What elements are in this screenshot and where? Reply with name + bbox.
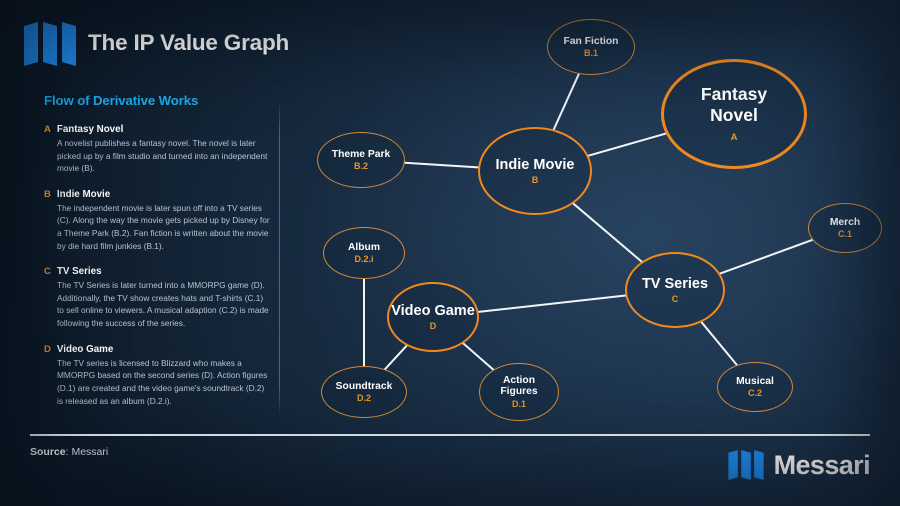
node-code: B.2 xyxy=(353,161,368,172)
legend-name: Fantasy Novel xyxy=(56,124,124,135)
legend-item-header: D Video Game xyxy=(44,344,270,355)
graph-node-d-2-i[interactable]: Album D.2.i xyxy=(323,227,405,279)
legend-description: The independent movie is later spun off … xyxy=(57,202,270,251)
node-code: C.1 xyxy=(837,229,852,240)
source-attribution: Source: Messari xyxy=(30,446,108,458)
node-code: A xyxy=(730,132,738,144)
legend-letter: C xyxy=(44,266,51,278)
node-label: Action Figures xyxy=(500,374,538,398)
legend-letter: B xyxy=(44,188,51,200)
graph-edge-D-to-D.2 xyxy=(383,344,408,371)
graph-edge-C-to-C.2 xyxy=(700,321,738,367)
legend-panel: Flow of Derivative Works A Fantasy Novel… xyxy=(44,93,270,421)
legend-name: TV Series xyxy=(56,266,102,278)
messari-logo-icon xyxy=(727,450,764,480)
graph-node-c-1[interactable]: Merch C.1 xyxy=(808,203,882,253)
graph-node-d-2[interactable]: Soundtrack D.2 xyxy=(321,366,407,418)
legend-description: A novelist publishes a fantasy novel. Th… xyxy=(57,138,268,174)
legend-description: The TV Series is later turned into a MMO… xyxy=(57,280,269,329)
legend-item-a: A Fantasy Novel A novelist publishes a f… xyxy=(44,124,270,175)
legend-item-header: B Indie Movie xyxy=(44,189,270,200)
node-code: C.2 xyxy=(747,388,762,399)
node-code: D xyxy=(429,321,437,332)
footer-divider xyxy=(30,434,870,436)
graph-node-b[interactable]: Indie Movie B xyxy=(478,127,592,215)
node-code: C xyxy=(671,294,679,305)
graph-node-b-2[interactable]: Theme Park B.2 xyxy=(317,132,405,188)
graph-edge-D-to-D.1 xyxy=(462,342,495,371)
legend-name: Indie Movie xyxy=(56,188,111,200)
legend-description: The TV series is licensed to Blizzard wh… xyxy=(57,357,268,406)
legend-item-b: B Indie Movie The independent movie is l… xyxy=(44,189,270,252)
footer-wordmark: Messari xyxy=(773,449,871,480)
graph-edge-B-to-B.1 xyxy=(552,72,580,131)
legend-heading: Flow of Derivative Works xyxy=(44,93,199,108)
node-label: Indie Movie xyxy=(495,156,575,173)
graph-edge-B-to-B.2 xyxy=(403,161,480,169)
source-label: Source xyxy=(30,446,66,458)
graph-node-b-1[interactable]: Fan Fiction B.1 xyxy=(547,19,635,75)
page-title: The IP Value Graph xyxy=(88,30,290,55)
node-label: Soundtrack xyxy=(335,380,393,392)
legend-item-d: D Video Game The TV series is licensed t… xyxy=(44,344,270,407)
legend-letter: D xyxy=(44,343,51,355)
node-label: Merch xyxy=(829,216,861,228)
legend-name: Video Game xyxy=(56,343,114,355)
node-code: B xyxy=(531,175,539,186)
graph-node-c-2[interactable]: Musical C.2 xyxy=(717,362,793,412)
node-label: Video Game xyxy=(391,302,475,319)
node-label: Musical xyxy=(736,375,774,387)
graph-edge-B-to-C xyxy=(572,202,643,263)
legend-item-c: C TV Series The TV Series is later turne… xyxy=(44,266,270,329)
graph-edge-A-to-B xyxy=(587,132,667,157)
graph-node-d[interactable]: Video Game D xyxy=(387,282,479,352)
graph-edge-C-to-C.1 xyxy=(719,238,814,275)
node-label: TV Series xyxy=(641,275,709,292)
node-code: B.1 xyxy=(583,48,598,59)
node-label: Theme Park xyxy=(331,148,391,160)
infographic-canvas: The IP Value Graph Flow of Derivative Wo… xyxy=(0,0,900,506)
graph-edge-C-to-D xyxy=(477,294,627,313)
legend-item-header: C TV Series xyxy=(44,266,270,277)
node-label: Album xyxy=(347,241,381,253)
node-label: Fantasy Novel xyxy=(700,84,768,126)
node-code: D.2 xyxy=(356,393,371,404)
node-label: Fan Fiction xyxy=(563,35,619,47)
messari-logo-icon xyxy=(24,22,76,66)
panel-divider xyxy=(279,100,280,416)
node-code: D.2.i xyxy=(354,254,374,265)
footer-logo: Messari xyxy=(727,449,871,480)
graph-node-d-1[interactable]: Action Figures D.1 xyxy=(479,363,559,421)
legend-letter: A xyxy=(44,124,51,135)
node-code: D.1 xyxy=(511,398,526,409)
graph-node-a[interactable]: Fantasy Novel A xyxy=(661,59,807,169)
source-value: Messari xyxy=(71,446,109,458)
graph-node-c[interactable]: TV Series C xyxy=(625,252,725,328)
legend-item-header: A Fantasy Novel xyxy=(44,124,270,135)
